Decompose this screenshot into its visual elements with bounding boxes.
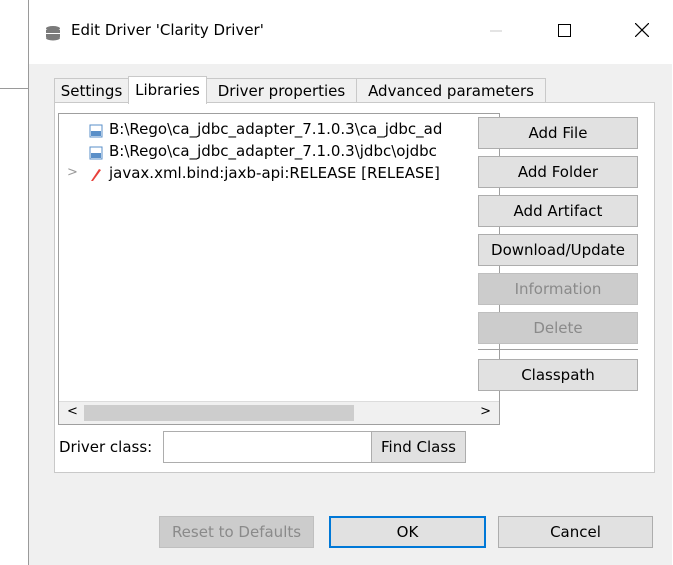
- tab-libraries[interactable]: Libraries: [128, 76, 207, 104]
- ok-button[interactable]: OK: [329, 516, 486, 548]
- driver-class-combobox[interactable]: [163, 431, 396, 463]
- tab-settings[interactable]: Settings: [54, 78, 129, 103]
- close-icon: [634, 22, 650, 41]
- classpath-button[interactable]: Classpath: [478, 359, 638, 391]
- close-button[interactable]: [619, 14, 665, 50]
- scrollbar-thumb[interactable]: [84, 405, 354, 421]
- add-file-button[interactable]: Add File: [478, 117, 638, 149]
- title-bar[interactable]: Edit Driver 'Clarity Driver': [29, 0, 672, 64]
- delete-button[interactable]: Delete: [478, 312, 638, 344]
- database-icon: [45, 25, 61, 45]
- reset-to-defaults-button[interactable]: Reset to Defaults: [159, 516, 314, 548]
- horizontal-scrollbar[interactable]: < >: [59, 401, 499, 424]
- minimize-button[interactable]: [473, 14, 519, 50]
- information-button[interactable]: Information: [478, 273, 638, 305]
- download-update-button[interactable]: Download/Update: [478, 234, 638, 266]
- scroll-right-icon[interactable]: >: [480, 404, 491, 419]
- find-class-button[interactable]: Find Class: [371, 431, 466, 463]
- scroll-left-icon[interactable]: <: [67, 404, 78, 419]
- edit-driver-dialog: Edit Driver 'Clarity Driver' Settings Li…: [28, 0, 672, 565]
- tab-driver-properties[interactable]: Driver properties: [206, 78, 357, 103]
- expand-chevron-icon[interactable]: >: [67, 162, 78, 184]
- jar-file-icon: [89, 144, 103, 166]
- maven-artifact-icon: [89, 166, 103, 188]
- minimize-icon: [490, 23, 502, 41]
- library-path: B:\Rego\ca_jdbc_adapter_7.1.0.3\jdbc\ojd…: [109, 142, 437, 160]
- driver-class-label: Driver class:: [59, 438, 153, 456]
- cancel-button[interactable]: Cancel: [498, 516, 653, 548]
- libraries-list[interactable]: B:\Rego\ca_jdbc_adapter_7.1.0.3\ca_jdbc_…: [58, 113, 500, 425]
- library-path: javax.xml.bind:jaxb-api:RELEASE [RELEASE…: [109, 164, 440, 182]
- jar-file-icon: [89, 122, 103, 144]
- library-path: B:\Rego\ca_jdbc_adapter_7.1.0.3\ca_jdbc_…: [109, 120, 443, 138]
- button-separator: [478, 349, 638, 350]
- background-divider: [0, 88, 28, 89]
- tab-advanced-parameters[interactable]: Advanced parameters: [356, 78, 546, 103]
- window-title: Edit Driver 'Clarity Driver': [71, 21, 264, 39]
- add-folder-button[interactable]: Add Folder: [478, 156, 638, 188]
- maximize-button[interactable]: [541, 14, 587, 50]
- add-artifact-button[interactable]: Add Artifact: [478, 195, 638, 227]
- maximize-icon: [557, 23, 571, 41]
